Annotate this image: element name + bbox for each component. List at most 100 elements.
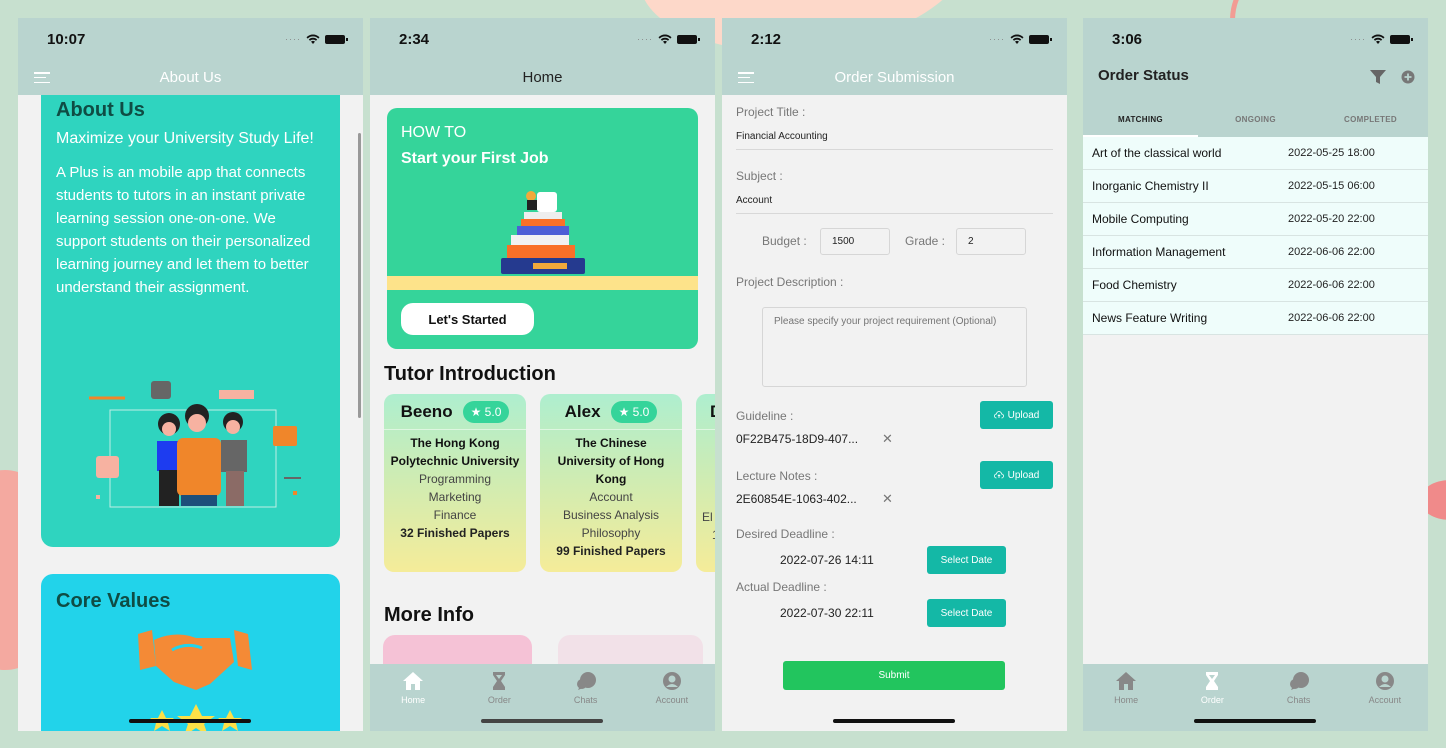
nav-bar: Order Submission [722, 60, 1067, 95]
add-circle-icon[interactable] [1401, 70, 1415, 84]
guideline-label: Guideline : [736, 409, 794, 423]
filter-icon[interactable] [1370, 70, 1386, 84]
chat-icon [576, 672, 596, 690]
hourglass-icon [493, 672, 506, 690]
tutor-name: Alex [564, 401, 601, 421]
status-bar: 2:12 ···· [722, 18, 1067, 60]
banner-label: HOW TO [401, 124, 467, 141]
about-description: A Plus is an mobile app that connects st… [56, 164, 311, 296]
status-time: 3:06 [1112, 30, 1143, 48]
menu-icon[interactable] [738, 72, 754, 83]
battery-icon [1029, 34, 1052, 44]
tab-home[interactable]: Home [1091, 670, 1161, 731]
order-row[interactable]: Inorganic Chemistry II 2022-05-15 06:00 [1083, 170, 1428, 203]
tutor-section-title: Tutor Introduction [384, 363, 556, 385]
remove-lecture-notes-icon[interactable]: ✕ [882, 491, 893, 507]
home-indicator [129, 719, 251, 723]
remove-guideline-icon[interactable]: ✕ [882, 431, 893, 447]
about-subtitle: Maximize your University Study Life! [56, 130, 314, 147]
subject-input[interactable]: Account [736, 195, 772, 206]
tutor-papers: 1 [712, 526, 715, 544]
home-icon [1116, 672, 1137, 690]
order-name: Food Chemistry [1092, 278, 1177, 292]
tab-account[interactable]: Account [637, 670, 707, 731]
hourglass-icon [1206, 672, 1219, 690]
tutor-card[interactable]: D El 1 [696, 394, 715, 572]
grade-input[interactable] [956, 228, 1026, 255]
battery-icon [325, 34, 348, 44]
desired-deadline-label: Desired Deadline : [736, 527, 835, 541]
tutor-card[interactable]: Beeno ★ 5.0 The Hong Kong Polytechnic Un… [384, 394, 526, 572]
tutor-subject: Marketing [428, 490, 482, 504]
phone-home: 2:34 ···· Home HOW TO Start your First J… [370, 18, 715, 731]
tutor-subject: Finance [433, 508, 477, 522]
tutor-papers: 99 Finished Papers [556, 544, 666, 558]
about-title: About Us [56, 99, 145, 121]
order-date: 2022-06-06 22:00 [1288, 246, 1375, 258]
tab-home[interactable]: Home [378, 670, 448, 731]
tutor-name: D [710, 402, 715, 422]
budget-input[interactable] [820, 228, 890, 255]
submit-button[interactable]: Submit [783, 661, 1005, 690]
description-label: Project Description : [736, 275, 844, 289]
battery-icon [1390, 34, 1413, 44]
signal-icon: ···· [285, 34, 301, 44]
battery-icon [677, 34, 700, 44]
core-values-title: Core Values [56, 590, 171, 612]
project-title-label: Project Title : [736, 105, 806, 119]
nav-title: About Us [159, 69, 222, 86]
order-name: Inorganic Chemistry II [1092, 179, 1209, 193]
tab-account[interactable]: Account [1350, 670, 1420, 731]
nav-title: Home [522, 69, 563, 86]
grade-label: Grade : [905, 234, 946, 248]
upload-lecture-notes-button[interactable]: Upload [980, 461, 1053, 489]
actual-deadline-label: Actual Deadline : [736, 580, 827, 594]
page-title: Order Status [1098, 67, 1189, 84]
upload-guideline-button[interactable]: Upload [980, 401, 1053, 429]
tutor-university: The Hong Kong Polytechnic University [390, 436, 520, 468]
lecture-notes-file-name: 2E60854E-1063-402... [736, 492, 857, 506]
how-to-banner[interactable]: HOW TO Start your First Job Let's Starte… [387, 108, 698, 349]
tutor-subject: El [702, 510, 713, 524]
description-textarea[interactable] [762, 307, 1027, 387]
order-row[interactable]: Food Chemistry 2022-06-06 22:00 [1083, 269, 1428, 302]
signal-icon: ···· [1350, 34, 1366, 44]
team-illustration [89, 381, 301, 508]
status-time: 2:12 [751, 30, 782, 48]
cloud-upload-icon [993, 471, 1004, 479]
order-row[interactable]: Art of the classical world 2022-05-25 18… [1083, 137, 1428, 170]
status-time: 10:07 [47, 30, 86, 48]
order-date: 2022-05-25 18:00 [1288, 147, 1375, 159]
banner-stripe [387, 276, 698, 290]
wifi-icon [1010, 34, 1024, 44]
tutor-subject: Business Analysis [562, 508, 660, 522]
menu-icon[interactable] [34, 72, 50, 83]
tab-completed[interactable]: COMPLETED [1313, 102, 1428, 137]
project-title-input[interactable]: Financial Accounting [736, 131, 828, 142]
wifi-icon [306, 34, 320, 44]
select-actual-date-button[interactable]: Select Date [927, 599, 1006, 627]
home-indicator [1194, 719, 1316, 723]
tab-ongoing[interactable]: ONGOING [1198, 102, 1313, 137]
nav-title: Order Submission [834, 69, 955, 86]
order-row[interactable]: Mobile Computing 2022-05-20 22:00 [1083, 203, 1428, 236]
home-icon [403, 672, 424, 690]
desired-deadline-value: 2022-07-26 14:11 [780, 553, 874, 567]
tutor-subject: Programming [418, 472, 492, 486]
order-date: 2022-06-06 22:00 [1288, 279, 1375, 291]
order-row[interactable]: Information Management 2022-06-06 22:00 [1083, 236, 1428, 269]
tutor-card[interactable]: Alex ★ 5.0 The Chinese University of Hon… [540, 394, 682, 572]
scrollbar[interactable] [358, 133, 361, 418]
select-desired-date-button[interactable]: Select Date [927, 546, 1006, 574]
wifi-icon [1371, 34, 1385, 44]
order-status-header: Order Status MATCHING ONGOING COMPLETED [1083, 60, 1428, 137]
lets-started-button[interactable]: Let's Started [401, 303, 534, 335]
home-indicator [481, 719, 603, 723]
order-date: 2022-06-06 22:00 [1288, 312, 1375, 324]
order-row[interactable]: News Feature Writing 2022-06-06 22:00 [1083, 302, 1428, 335]
tutor-subject: Philosophy [581, 526, 641, 540]
phone-order-submission: 2:12 ···· Order Submission Project Title… [722, 18, 1067, 731]
rating-badge: ★ 5.0 [462, 400, 510, 423]
home-indicator [833, 719, 955, 723]
tab-matching[interactable]: MATCHING [1083, 102, 1198, 137]
